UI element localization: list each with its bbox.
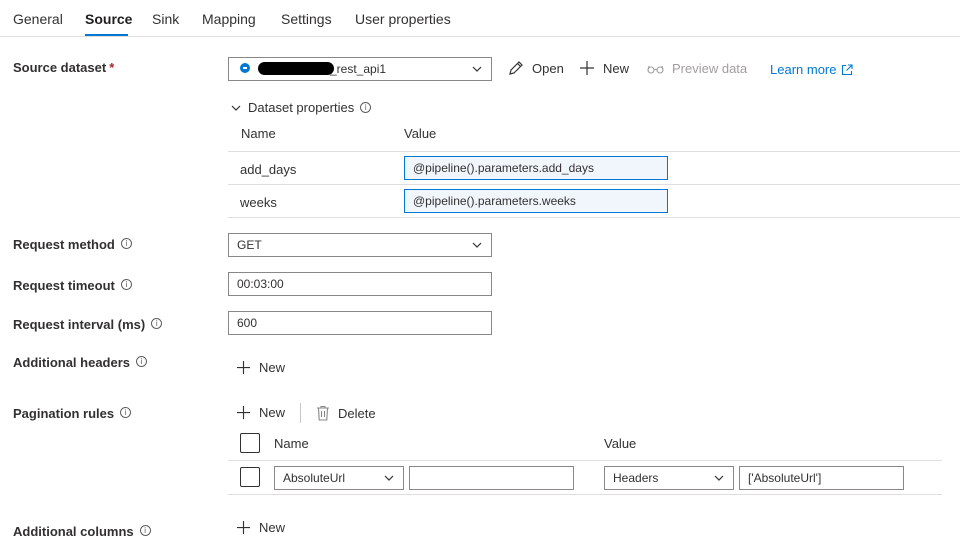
delete-pagination-rule-button[interactable]: Delete (316, 405, 376, 421)
plus-icon (236, 520, 251, 535)
pagination-name-input[interactable] (409, 466, 574, 490)
pagination-name-header: Name (274, 436, 309, 451)
tab-settings[interactable]: Settings (281, 11, 332, 27)
source-dataset-value: _rest_api1 (330, 62, 387, 76)
info-icon: i (139, 525, 151, 536)
dataset-property-value-input[interactable]: @pipeline().parameters.weeks (404, 189, 668, 213)
info-icon: i (136, 356, 148, 367)
tab-general[interactable]: General (13, 11, 63, 27)
request-timeout-label: Request timeout i (13, 278, 132, 293)
required-mark: * (109, 60, 115, 75)
pagination-name-select[interactable]: AbsoluteUrl (274, 466, 404, 490)
row-checkbox[interactable] (240, 467, 260, 487)
dataset-properties-value-header: Value (404, 126, 437, 141)
tab-user-properties[interactable]: User properties (355, 11, 451, 27)
pagination-value-input[interactable]: ['AbsoluteUrl'] (739, 466, 904, 490)
info-icon: i (120, 238, 132, 249)
external-link-icon (842, 63, 854, 75)
dataset-type-icon (240, 63, 250, 73)
pencil-icon (509, 61, 523, 75)
plus-icon (236, 360, 251, 375)
chevron-down-icon (384, 473, 394, 483)
chevron-down-icon (472, 240, 482, 250)
divider (228, 494, 942, 495)
divider (228, 217, 960, 218)
request-interval-input[interactable]: 600 (228, 311, 492, 335)
active-tab-indicator (85, 34, 128, 36)
request-timeout-input[interactable]: 00:03:00 (228, 272, 492, 296)
add-pagination-rule-button[interactable]: New (236, 405, 285, 420)
plus-icon (236, 405, 251, 420)
pagination-value-select[interactable]: Headers (604, 466, 734, 490)
open-button[interactable]: Open (508, 60, 564, 76)
toolbar-separator (300, 403, 301, 423)
add-column-button[interactable]: New (236, 520, 285, 535)
divider (228, 460, 942, 461)
request-method-label: Request method i (13, 237, 132, 252)
dataset-property-value-input[interactable]: @pipeline().parameters.add_days (404, 156, 668, 180)
request-interval-label: Request interval (ms) i (13, 317, 163, 332)
add-header-button[interactable]: New (236, 360, 285, 375)
tab-source[interactable]: Source (85, 11, 132, 27)
new-dataset-button[interactable]: New (579, 60, 629, 76)
tab-sink[interactable]: Sink (152, 11, 179, 27)
chevron-down-icon (472, 64, 482, 74)
glasses-icon (647, 65, 664, 74)
redacted-text (258, 62, 334, 75)
info-icon: i (360, 102, 372, 113)
info-icon: i (120, 407, 132, 418)
tab-bar: General Source Sink Mapping Settings Use… (0, 0, 960, 37)
chevron-down-icon (231, 105, 241, 111)
source-dataset-label: Source dataset * (13, 60, 115, 75)
pagination-rules-label: Pagination rules i (13, 406, 132, 421)
divider (228, 184, 960, 185)
dataset-properties-name-header: Name (241, 126, 276, 141)
dataset-property-name: add_days (240, 162, 297, 177)
additional-headers-label: Additional headers i (13, 355, 148, 370)
info-icon: i (151, 318, 163, 329)
request-method-select[interactable]: GET (228, 233, 492, 257)
trash-icon (317, 405, 329, 421)
divider (228, 151, 960, 152)
dataset-properties-toggle[interactable]: Dataset properties i (230, 100, 372, 115)
dataset-properties-title: Dataset properties (248, 100, 355, 115)
info-icon: i (120, 279, 132, 290)
plus-icon (580, 61, 594, 75)
chevron-down-icon (714, 473, 724, 483)
select-all-checkbox[interactable] (240, 433, 260, 453)
learn-more-link[interactable]: Learn more (770, 62, 854, 77)
tab-mapping[interactable]: Mapping (202, 11, 256, 27)
additional-columns-label: Additional columns i (13, 524, 151, 539)
preview-data-button[interactable]: Preview data (647, 61, 747, 76)
dataset-property-name: weeks (240, 195, 277, 210)
pagination-value-header: Value (604, 436, 637, 451)
